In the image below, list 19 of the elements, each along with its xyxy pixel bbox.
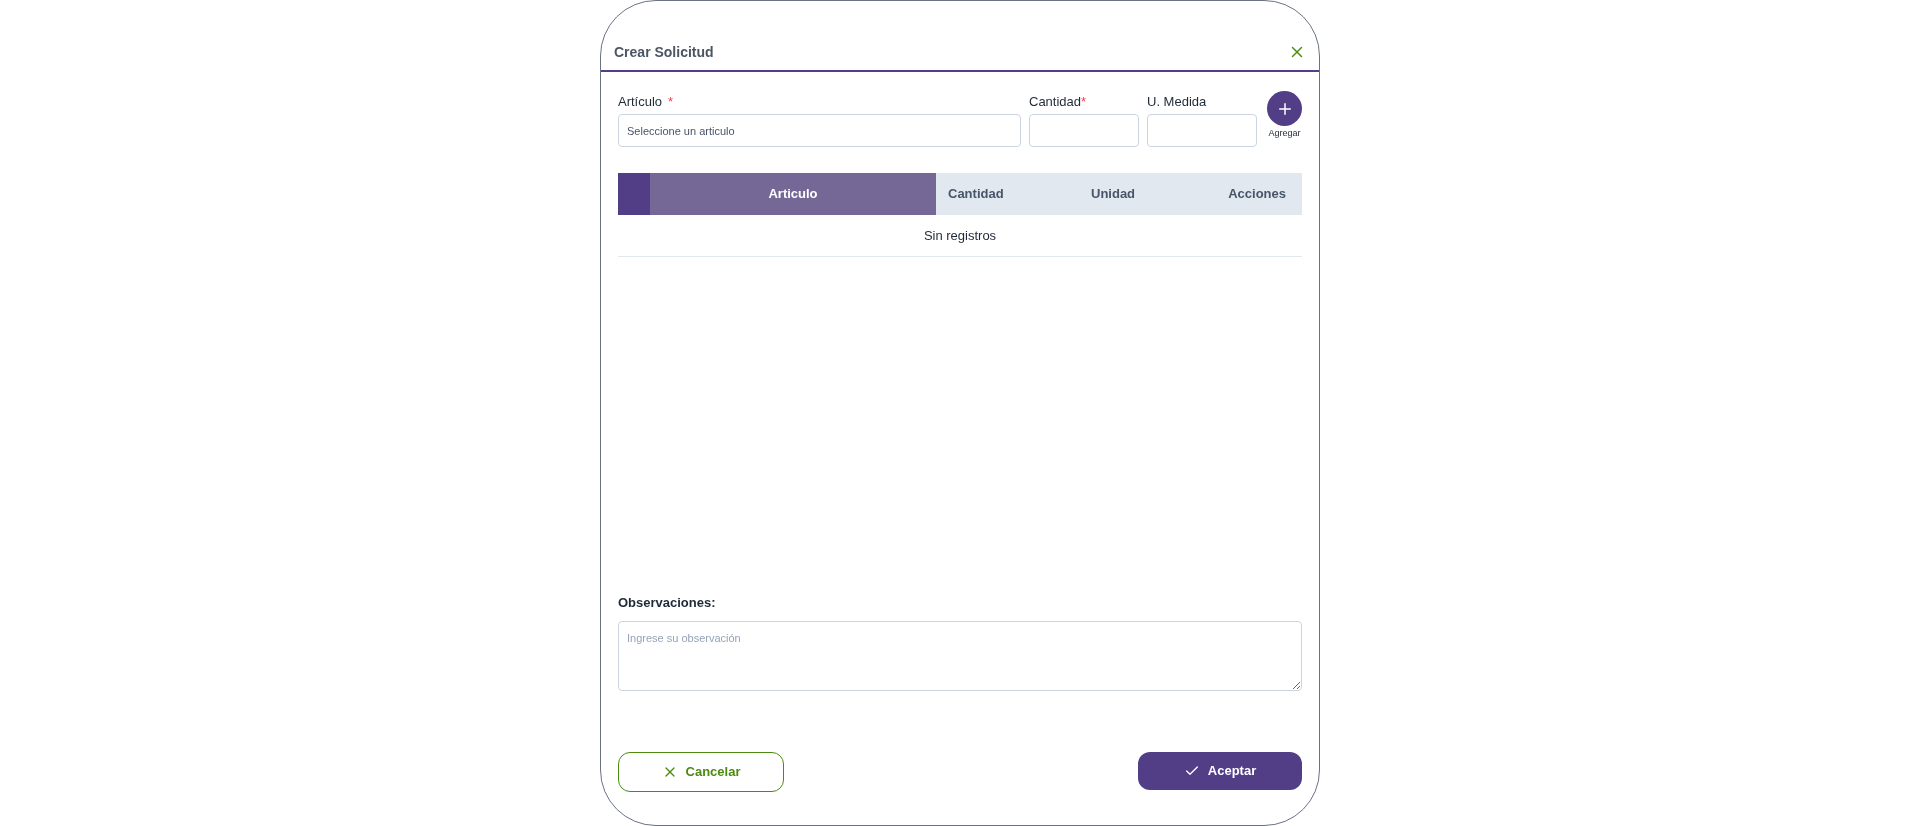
column-header[interactable]: Cantidad [936, 173, 1079, 215]
column-header[interactable]: Articulo [650, 173, 936, 215]
add-button[interactable] [1267, 91, 1302, 126]
input-field[interactable] [1147, 114, 1257, 147]
empty-message: Sin registros [923, 226, 997, 245]
add-label: Agregar [1268, 127, 1301, 140]
field-label: Cantidad* [1029, 94, 1088, 110]
accept-button[interactable]: Aceptar [1138, 752, 1302, 790]
field-label: Artículo * [618, 94, 675, 110]
table-header-cell [618, 173, 650, 215]
column-header[interactable]: Acciones [1191, 173, 1302, 215]
input-field[interactable] [1029, 114, 1139, 147]
dialog-title: Crear Solicitud [614, 42, 714, 62]
observations-label: Observaciones: [618, 593, 717, 612]
article-field[interactable]: Seleccione un articulo [618, 114, 1021, 147]
field-label: U. Medida [1147, 94, 1208, 110]
observations-field[interactable]: Ingrese su observación [618, 621, 1302, 691]
column-header[interactable]: Unidad [1079, 173, 1191, 215]
cancel-button[interactable]: Cancelar [618, 752, 784, 792]
